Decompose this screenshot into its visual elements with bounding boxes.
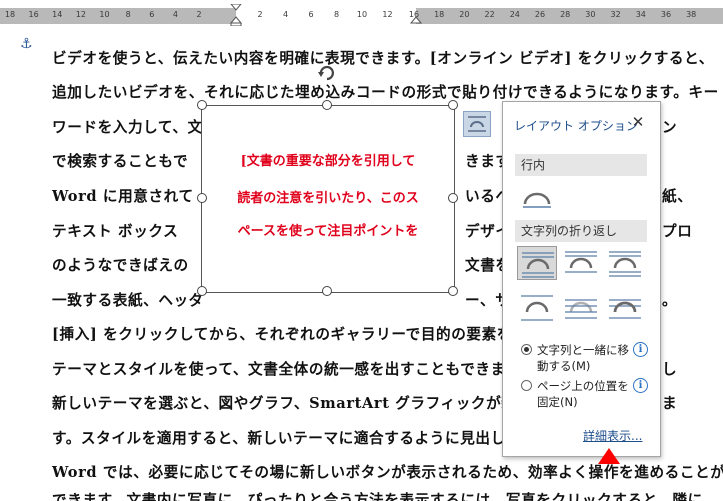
ruler-tick-label: 26: [534, 10, 546, 19]
body-line-left: のようなできばえの: [52, 257, 189, 274]
ruler-tick-label: 6: [149, 10, 155, 19]
ruler-tick-label: 16: [28, 10, 39, 19]
move-with-text-option[interactable]: 文字列と一緒に移動する(M): [521, 342, 651, 376]
ruler-tick-label: 18: [4, 10, 16, 19]
see-more-link[interactable]: 詳細表示...: [583, 427, 642, 444]
ruler-tick-label: 4: [172, 10, 178, 19]
resize-handle-bottom[interactable]: [322, 286, 332, 296]
wrap-behind-text-option[interactable]: [561, 290, 601, 324]
ruler-tick-label: 12: [75, 10, 86, 19]
close-icon[interactable]: ✕: [629, 113, 647, 131]
red-arrow-pointer-icon: [598, 448, 620, 464]
ruler-tick-label: 8: [125, 10, 131, 19]
ruler-tick-label: 4: [282, 10, 289, 19]
left-indent-marker-icon[interactable]: [229, 4, 243, 26]
info-icon[interactable]: i: [633, 378, 648, 393]
body-line-left: Word に用意されて: [52, 188, 194, 205]
in-front-wrap-icon: [609, 299, 641, 319]
ruler-tick-label: 22: [484, 10, 495, 19]
body-line-left: テキスト ボックス: [52, 223, 179, 240]
ruler-tick-label: 8: [333, 10, 340, 19]
text-box-line: 読者の注意を引いたり、このス: [237, 191, 419, 206]
info-icon[interactable]: i: [633, 342, 648, 357]
body-line-left: で検索することもで: [52, 153, 189, 170]
right-indent-marker-icon[interactable]: [409, 4, 423, 26]
ruler-tick-label: 2: [196, 10, 202, 19]
resize-handle-right[interactable]: [448, 193, 458, 203]
tight-wrap-icon: [565, 251, 597, 273]
rotate-handle-icon[interactable]: [316, 62, 338, 84]
section-inline-header: 行内: [515, 154, 647, 176]
ruler-tick-label: 34: [635, 10, 646, 19]
behind-text-wrap-icon: [565, 299, 597, 319]
top-bottom-wrap-icon: [521, 295, 553, 321]
quote-text-box[interactable]: [文書の重要な部分を引用して 読者の注意を引いたり、このス ペースを使って注目ポ…: [201, 105, 455, 293]
ruler-tick-label: 10: [356, 10, 368, 19]
wrap-tight-option[interactable]: [561, 246, 601, 280]
body-line-left: 一致する表紙、ヘッダ: [52, 292, 204, 309]
horizontal-ruler[interactable]: 18 16 14 12 10 8 6 4 2 2 4 6 8 10 12 16 18 20 22 24 26 28 30 32…: [0, 0, 723, 30]
body-line: 新しいテーマを選ぶと、図やグラフ、SmartArt グラフィックが新しい: [52, 395, 547, 412]
text-box-line: ペースを使って注目ポイントを: [237, 224, 419, 239]
ruler-tick-label: 14: [52, 10, 63, 19]
body-line: 追加したいビデオを、それに応じた埋め込みコードの形式で貼り付けできるようになりま…: [52, 84, 719, 101]
inline-wrap-icon: [523, 192, 551, 208]
resize-handle-bottom-right[interactable]: [448, 286, 458, 296]
section-wrap-header: 文字列の折り返し: [515, 220, 647, 242]
ruler-tick-label: 12: [382, 10, 393, 19]
ruler-tick-label: 28: [560, 10, 571, 19]
wrap-inline-option[interactable]: [517, 180, 557, 214]
resize-handle-bottom-left[interactable]: [197, 286, 207, 296]
layout-options-panel: レイアウト オプション ✕ 行内 文字列の折り返し 文字列と一緒に移動する(M)…: [502, 101, 661, 457]
body-line: [挿入] をクリックしてから、それぞれのギャラリーで目的の要素を選: [52, 326, 528, 343]
text-box-line: [文書の重要な部分を引用して: [240, 154, 416, 169]
wrap-through-option[interactable]: [605, 246, 645, 280]
body-line-edge: ま: [662, 395, 678, 412]
resize-handle-top-right[interactable]: [448, 100, 458, 110]
ruler-tick-label: 6: [308, 10, 314, 19]
body-line: テーマとスタイルを使って、文書全体の統一感を出すこともできます。: [52, 361, 535, 378]
anchor-icon: ⚓: [20, 36, 33, 52]
move-with-text-radio[interactable]: [521, 344, 532, 355]
ruler-tick-label: 38: [686, 10, 697, 19]
resize-handle-top[interactable]: [322, 100, 332, 110]
body-line-edge: 。: [662, 292, 678, 309]
wrap-top-bottom-option[interactable]: [517, 290, 557, 324]
ruler-tick-label: 24: [509, 10, 520, 19]
ruler-tick-label: 10: [99, 10, 110, 19]
body-line: Word では、必要に応じてその場に新しいボタンが表示されるため、効率よく操作を…: [52, 464, 723, 481]
body-line: す。スタイルを適用すると、新しいテーマに適合するように見出しが変: [52, 430, 537, 447]
resize-handle-left[interactable]: [197, 193, 207, 203]
layout-options-button[interactable]: [463, 111, 491, 137]
through-wrap-icon: [609, 251, 641, 277]
body-line-edge: プロ: [662, 223, 693, 240]
body-line-edge: 紙、: [662, 188, 693, 205]
ruler-tick-label: 32: [610, 10, 621, 19]
square-wrap-icon: [522, 252, 554, 278]
ruler-tick-label: 36: [660, 10, 672, 19]
ruler-tick-label: 2: [257, 10, 263, 19]
ruler-tick-label: 18: [434, 10, 445, 19]
body-line-right: ン: [662, 119, 678, 136]
fix-position-option[interactable]: ページ上の位置を固定(N): [521, 378, 651, 412]
body-line: できます。文書内に写真に、ぴったりと合う方法を表示するには、写真をクリックすると…: [52, 492, 703, 501]
move-with-text-label: 文字列と一緒に移動する(M): [537, 343, 629, 373]
wrap-in-front-option[interactable]: [605, 290, 645, 324]
body-line: ビデオを使うと、伝えたい内容を明確に表現できます。[オンライン ビデオ] をクリ…: [52, 50, 714, 67]
body-line-edge: し: [662, 361, 678, 378]
ruler-tick-label: 20: [459, 10, 470, 19]
fix-position-label: ページ上の位置を固定(N): [537, 379, 629, 409]
body-line-left: ワードを入力して、文: [52, 119, 203, 136]
ruler-tick-label: 30: [585, 10, 596, 19]
resize-handle-top-left[interactable]: [197, 100, 207, 110]
wrap-square-option[interactable]: [517, 246, 557, 280]
fix-position-radio[interactable]: [521, 380, 532, 391]
panel-title: レイアウト オプション: [514, 119, 638, 133]
layout-options-icon: [468, 116, 486, 132]
